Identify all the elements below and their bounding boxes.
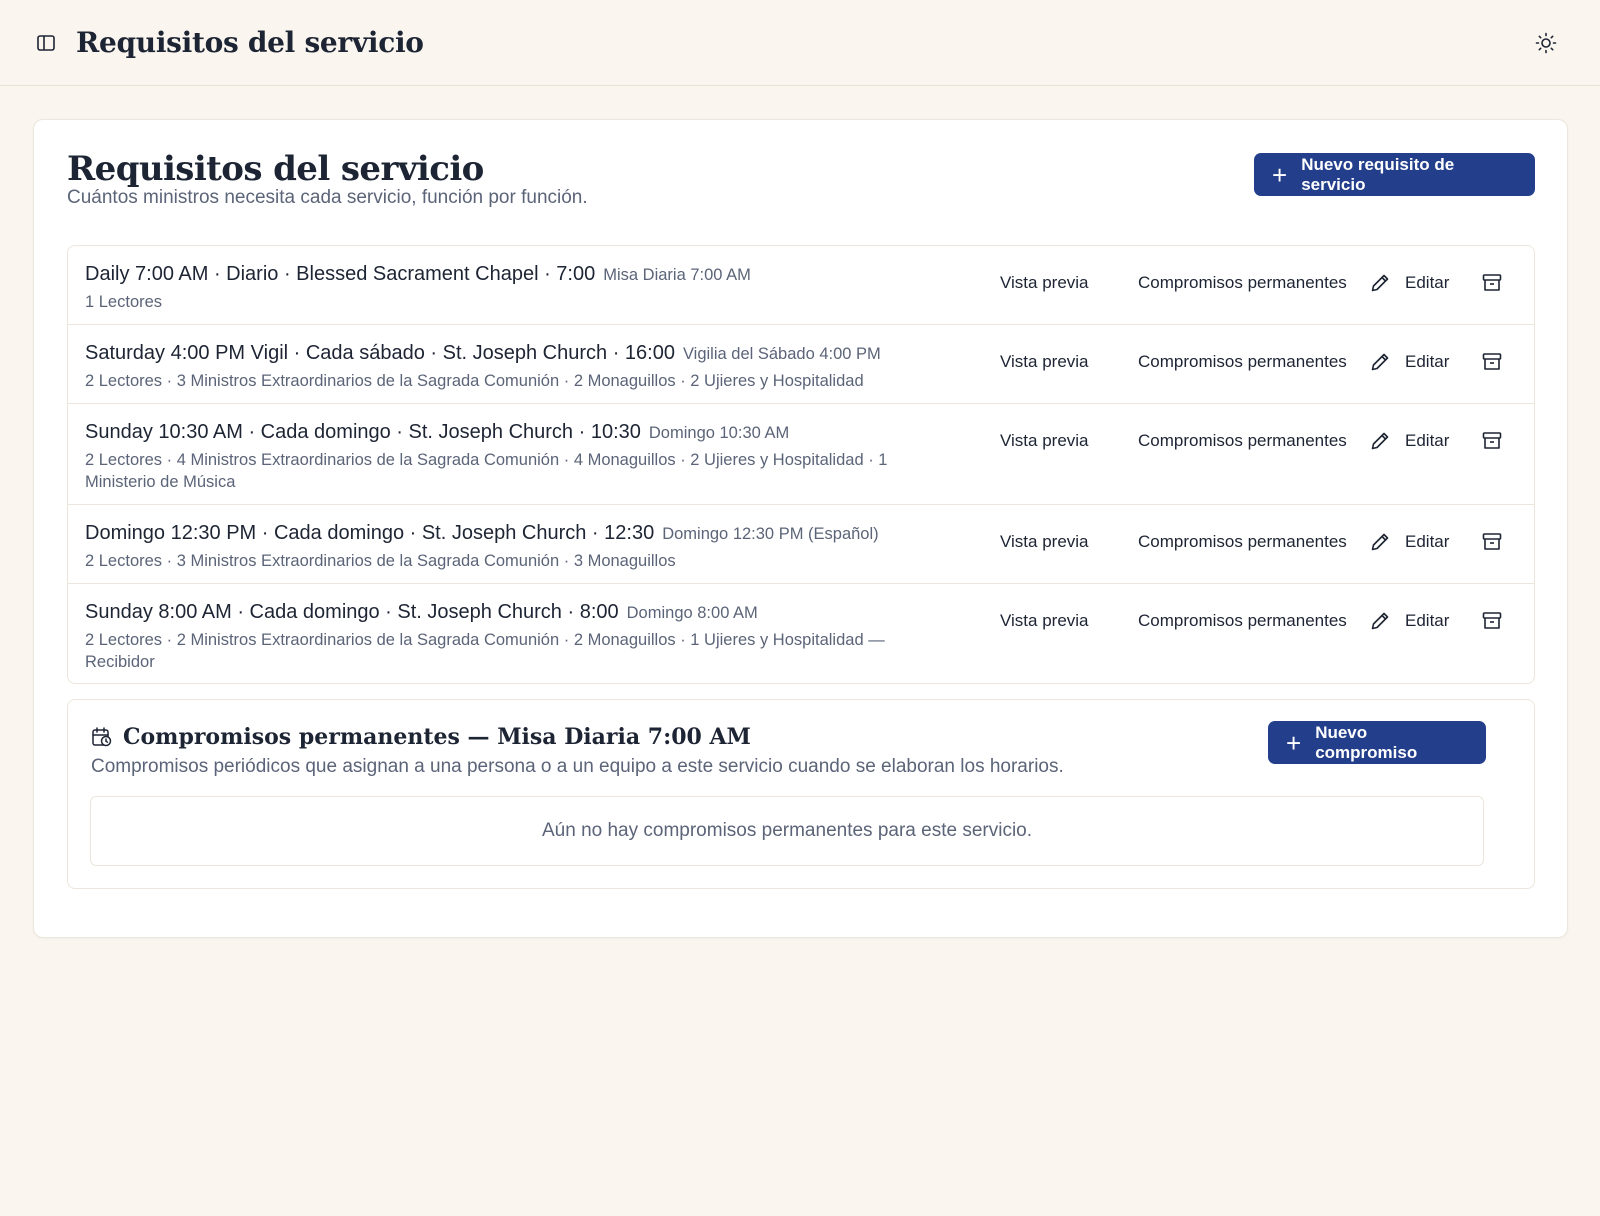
service-alias: Vigilia del Sábado 4:00 PM	[682, 345, 881, 363]
commitments-button[interactable]: Compromisos permanentes	[1138, 611, 1378, 631]
sun-icon[interactable]	[1534, 31, 1558, 55]
edit-label: Editar	[1405, 431, 1450, 450]
header-title: Requisitos del servicio	[76, 26, 424, 59]
service-alias: Domingo 8:00 AM	[626, 604, 758, 622]
archive-icon	[1482, 612, 1502, 629]
edit-label: Editar	[1405, 532, 1450, 551]
pencil-icon	[1371, 533, 1389, 551]
edit-label: Editar	[1405, 611, 1450, 630]
edit-label: Editar	[1405, 352, 1450, 371]
service-row: Sunday 8:00 AM · Cada domingo · St. Jose…	[68, 584, 1534, 683]
pencil-icon	[1371, 274, 1389, 292]
preview-button[interactable]: Vista previa	[1000, 431, 1120, 451]
preview-button[interactable]: Vista previa	[1000, 532, 1120, 552]
service-title: Sunday 10:30 AM · Cada domingo · St. Jos…	[85, 421, 641, 443]
commitments-button[interactable]: Compromisos permanentes	[1138, 352, 1378, 372]
archive-button[interactable]	[1481, 531, 1503, 553]
plus-icon: +	[1286, 727, 1302, 758]
archive-icon	[1482, 533, 1502, 550]
service-details: 1 Lectores	[85, 293, 163, 311]
service-title: Saturday 4:00 PM Vigil · Cada sábado · S…	[85, 342, 675, 364]
page-title: Requisitos del servicio	[67, 149, 484, 189]
service-title: Sunday 8:00 AM · Cada domingo · St. Jose…	[85, 601, 619, 623]
edit-label: Editar	[1405, 273, 1450, 292]
service-title: Domingo 12:30 PM · Cada domingo · St. Jo…	[85, 522, 655, 544]
pencil-icon	[1371, 353, 1389, 371]
new-requirement-label: Nuevo requisito de servicio	[1301, 154, 1455, 194]
page-subtitle: Cuántos ministros necesita cada servicio…	[67, 187, 588, 208]
service-row: Saturday 4:00 PM Vigil · Cada sábado · S…	[68, 325, 1534, 404]
commitments-empty-state: Aún no hay compromisos permanentes para …	[90, 796, 1484, 866]
archive-button[interactable]	[1481, 272, 1503, 294]
preview-button[interactable]: Vista previa	[1000, 611, 1120, 631]
service-details: 2 Lectores · 3 Ministros Extraordinarios…	[85, 552, 676, 570]
archive-icon	[1482, 274, 1502, 291]
service-alias: Domingo 10:30 AM	[648, 424, 790, 442]
service-alias: Misa Diaria 7:00 AM	[603, 266, 751, 284]
service-row: Sunday 10:30 AM · Cada domingo · St. Jos…	[68, 404, 1534, 505]
service-details: 2 Lectores · 2 Ministros Extraordinarios…	[85, 631, 885, 671]
edit-button[interactable]: Editar	[1369, 351, 1449, 373]
new-commitment-label: Nuevo compromiso	[1315, 722, 1418, 762]
edit-button[interactable]: Editar	[1369, 272, 1449, 294]
service-row: Domingo 12:30 PM · Cada domingo · St. Jo…	[68, 505, 1534, 584]
service-details: 2 Lectores · 3 Ministros Extraordinarios…	[85, 372, 864, 390]
plus-icon: +	[1272, 159, 1288, 190]
commitments-panel: Compromisos permanentes — Misa Diaria 7:…	[67, 699, 1535, 889]
top-bar: Requisitos del servicio	[0, 0, 1600, 86]
service-details: 2 Lectores · 4 Ministros Extraordinarios…	[85, 451, 888, 491]
archive-icon	[1482, 432, 1502, 449]
commitments-button[interactable]: Compromisos permanentes	[1138, 431, 1378, 451]
preview-button[interactable]: Vista previa	[1000, 352, 1120, 372]
pencil-icon	[1371, 432, 1389, 450]
commitments-description: Compromisos periódicos que asignan a una…	[91, 756, 1064, 777]
archive-button[interactable]	[1481, 430, 1503, 452]
commitments-button[interactable]: Compromisos permanentes	[1138, 532, 1378, 552]
archive-icon	[1482, 353, 1502, 370]
archive-button[interactable]	[1481, 351, 1503, 373]
new-requirement-button[interactable]: + Nuevo requisito de servicio	[1254, 153, 1535, 196]
edit-button[interactable]: Editar	[1369, 610, 1449, 632]
service-row: Daily 7:00 AM · Diario · Blessed Sacrame…	[68, 246, 1534, 325]
sidebar-toggle-icon[interactable]	[34, 31, 58, 55]
edit-button[interactable]: Editar	[1369, 430, 1449, 452]
commitments-button[interactable]: Compromisos permanentes	[1138, 273, 1378, 293]
archive-button[interactable]	[1481, 610, 1503, 632]
service-list: Daily 7:00 AM · Diario · Blessed Sacrame…	[67, 245, 1535, 684]
new-commitment-button[interactable]: + Nuevo compromiso	[1268, 721, 1486, 764]
preview-button[interactable]: Vista previa	[1000, 273, 1120, 293]
commitments-title: Compromisos permanentes — Misa Diaria 7:…	[123, 724, 751, 750]
service-title: Daily 7:00 AM · Diario · Blessed Sacrame…	[85, 263, 596, 285]
calendar-clock-icon	[92, 727, 112, 747]
edit-button[interactable]: Editar	[1369, 531, 1449, 553]
pencil-icon	[1371, 612, 1389, 630]
requirements-card: Requisitos del servicio Cuántos ministro…	[33, 119, 1568, 938]
service-alias: Domingo 12:30 PM (Español)	[662, 525, 879, 543]
